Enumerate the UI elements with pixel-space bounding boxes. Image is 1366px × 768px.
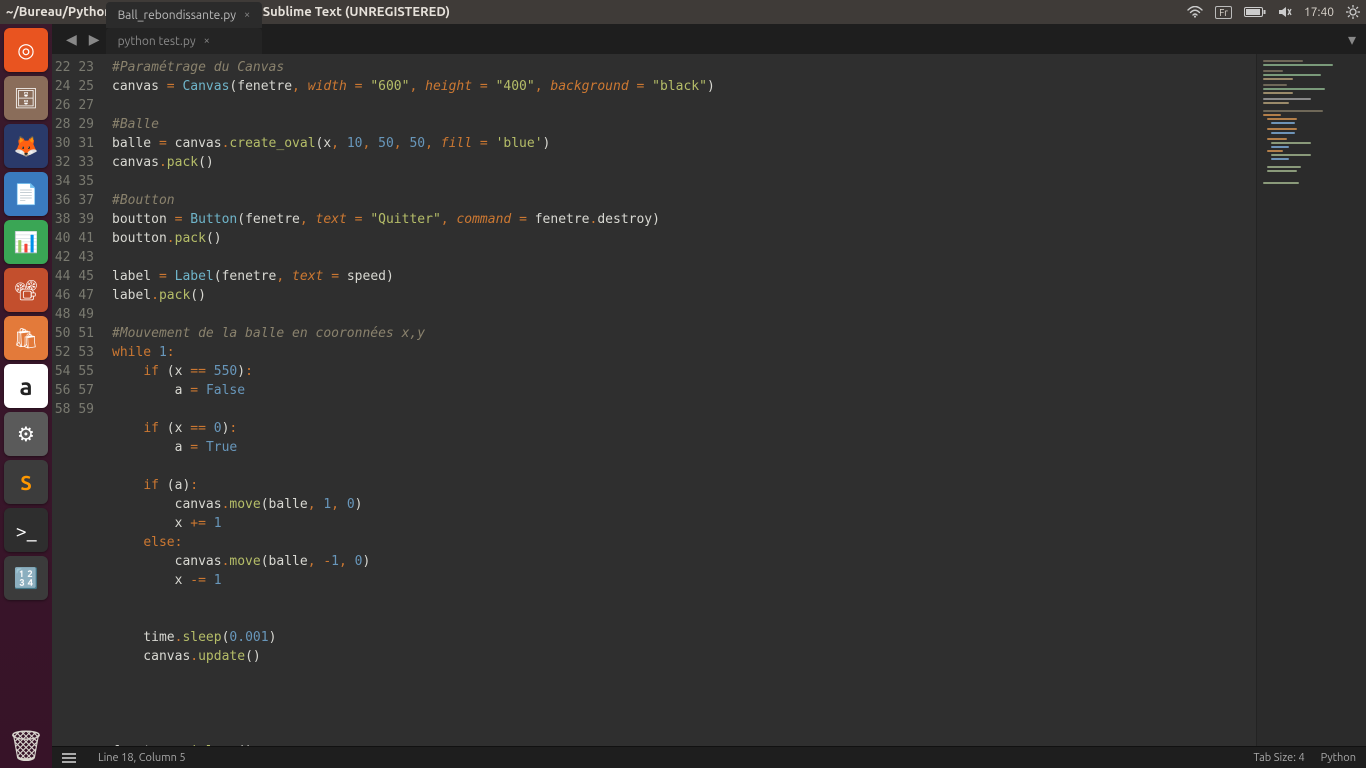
clock[interactable]: 17:40 xyxy=(1304,6,1334,19)
close-icon[interactable]: × xyxy=(244,9,250,21)
status-bar: Line 18, Column 5 Tab Size: 4 Python xyxy=(52,746,1366,768)
wifi-icon[interactable] xyxy=(1187,6,1203,18)
tab-overflow-icon[interactable]: ▾ xyxy=(1338,30,1366,49)
tab-label: python test.py xyxy=(118,35,196,48)
gear-icon[interactable] xyxy=(1346,5,1360,19)
nav-forward-icon[interactable]: ▶ xyxy=(83,31,106,48)
dock-trash[interactable]: 🗑 xyxy=(4,724,48,768)
dock-amazon[interactable]: a xyxy=(4,364,48,408)
dock-terminal[interactable]: >_ xyxy=(4,508,48,552)
dock-ubuntu-software[interactable]: 🛍 xyxy=(4,316,48,360)
volume-icon[interactable] xyxy=(1278,6,1292,18)
code-editor-area[interactable]: #Paramétrage du Canvascanvas = Canvas(fe… xyxy=(102,54,1256,746)
launcher-dock: ◎🗄🦊📄📊📽🛍a⚙S>_🔢 🗑 xyxy=(0,24,52,768)
dock-libreoffice-writer[interactable]: 📄 xyxy=(4,172,48,216)
dock-firefox[interactable]: 🦊 xyxy=(4,124,48,168)
dock-settings[interactable]: ⚙ xyxy=(4,412,48,456)
tab-bar: ◀ ▶ Ball_rebondissante.py×python test.py… xyxy=(52,24,1366,54)
battery-icon[interactable] xyxy=(1244,6,1266,18)
minimap[interactable] xyxy=(1256,54,1366,746)
tab-ball-rebondissante-py[interactable]: Ball_rebondissante.py × xyxy=(106,2,263,28)
nav-back-icon[interactable]: ◀ xyxy=(60,31,83,48)
cursor-position[interactable]: Line 18, Column 5 xyxy=(98,752,186,764)
dock-ubuntu-dash[interactable]: ◎ xyxy=(4,28,48,72)
dock-files[interactable]: 🗄 xyxy=(4,76,48,120)
tab-size[interactable]: Tab Size: 4 xyxy=(1253,752,1304,764)
tab-label: Ball_rebondissante.py xyxy=(118,9,236,22)
editor-window: ◀ ▶ Ball_rebondissante.py×python test.py… xyxy=(52,24,1366,768)
dock-sublime-text[interactable]: S xyxy=(4,460,48,504)
dock-libreoffice-impress[interactable]: 📽 xyxy=(4,268,48,312)
system-indicators: Fr 17:40 xyxy=(1187,5,1360,19)
dock-calculator[interactable]: 🔢 xyxy=(4,556,48,600)
line-number-gutter: 22 23 24 25 26 27 28 29 30 31 32 33 34 3… xyxy=(52,54,102,746)
keyboard-layout-badge[interactable]: Fr xyxy=(1215,6,1232,19)
close-icon[interactable]: × xyxy=(204,35,210,47)
tab-python-test-py[interactable]: python test.py × xyxy=(106,28,263,54)
menu-icon[interactable] xyxy=(62,753,76,763)
syntax-mode[interactable]: Python xyxy=(1321,752,1356,764)
dock-libreoffice-calc[interactable]: 📊 xyxy=(4,220,48,264)
